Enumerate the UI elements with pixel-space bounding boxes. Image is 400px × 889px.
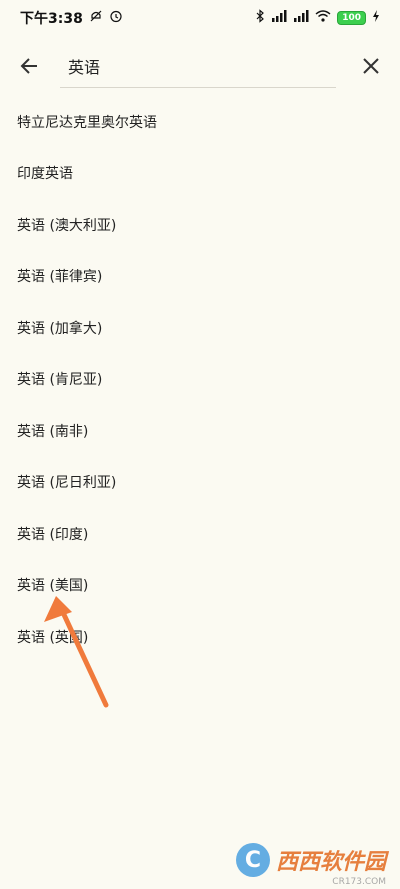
list-item[interactable]: 英语 (印度) bbox=[0, 508, 400, 560]
language-list: 特立尼达克里奥尔英语 印度英语 英语 (澳大利亚) 英语 (菲律宾) 英语 (加… bbox=[0, 96, 400, 663]
list-item[interactable]: 英语 (南非) bbox=[0, 405, 400, 457]
close-icon bbox=[363, 58, 379, 74]
list-item-label: 英语 (英国) bbox=[17, 629, 89, 646]
signal-icon-2 bbox=[293, 10, 309, 26]
list-item-label: 英语 (美国) bbox=[17, 578, 89, 595]
bluetooth-icon bbox=[255, 9, 265, 27]
list-item[interactable]: 英语 (肯尼亚) bbox=[0, 354, 400, 406]
wifi-icon bbox=[315, 10, 331, 26]
list-item-label: 英语 (菲律宾) bbox=[17, 269, 103, 286]
list-item-label: 印度英语 bbox=[17, 166, 73, 183]
list-item[interactable]: 英语 (加拿大) bbox=[0, 302, 400, 354]
list-item-english-us[interactable]: 英语 (美国) bbox=[0, 560, 400, 612]
list-item-label: 英语 (印度) bbox=[17, 526, 89, 543]
list-item-label: 特立尼达克里奥尔英语 bbox=[17, 114, 157, 131]
list-item[interactable]: 英语 (尼日利亚) bbox=[0, 457, 400, 509]
watermark-logo: C bbox=[235, 843, 270, 877]
watermark: C 西西软件园 CR173.COM bbox=[235, 843, 386, 887]
search-bar bbox=[0, 36, 400, 96]
list-item[interactable]: 印度英语 bbox=[0, 148, 400, 200]
search-input[interactable] bbox=[60, 56, 336, 75]
mute-icon bbox=[89, 9, 103, 27]
list-item-label: 英语 (南非) bbox=[17, 423, 89, 440]
list-item-label: 英语 (尼日利亚) bbox=[17, 475, 117, 492]
list-item-label: 英语 (加拿大) bbox=[17, 320, 103, 337]
status-time: 下午3:38 bbox=[20, 11, 83, 27]
list-item-label: 英语 (肯尼亚) bbox=[17, 372, 103, 389]
list-item[interactable]: 英语 (澳大利亚) bbox=[0, 199, 400, 251]
signal-icon-1 bbox=[271, 10, 287, 26]
watermark-sub: CR173.COM bbox=[332, 877, 386, 887]
list-item[interactable]: 英语 (菲律宾) bbox=[0, 251, 400, 303]
list-item[interactable]: 英语 (英国) bbox=[0, 611, 400, 663]
back-button[interactable] bbox=[14, 51, 44, 81]
alarm-icon bbox=[109, 9, 123, 27]
arrow-left-icon bbox=[20, 58, 37, 74]
status-bar: 下午3:38 100 bbox=[0, 0, 400, 36]
search-field-wrapper bbox=[60, 45, 336, 88]
list-item-label: 英语 (澳大利亚) bbox=[17, 217, 117, 234]
watermark-text: 西西软件园 bbox=[275, 850, 386, 875]
clear-search-button[interactable] bbox=[356, 51, 386, 81]
battery-indicator: 100 bbox=[337, 11, 366, 25]
list-item[interactable]: 特立尼达克里奥尔英语 bbox=[0, 96, 400, 148]
charging-icon bbox=[372, 10, 380, 26]
